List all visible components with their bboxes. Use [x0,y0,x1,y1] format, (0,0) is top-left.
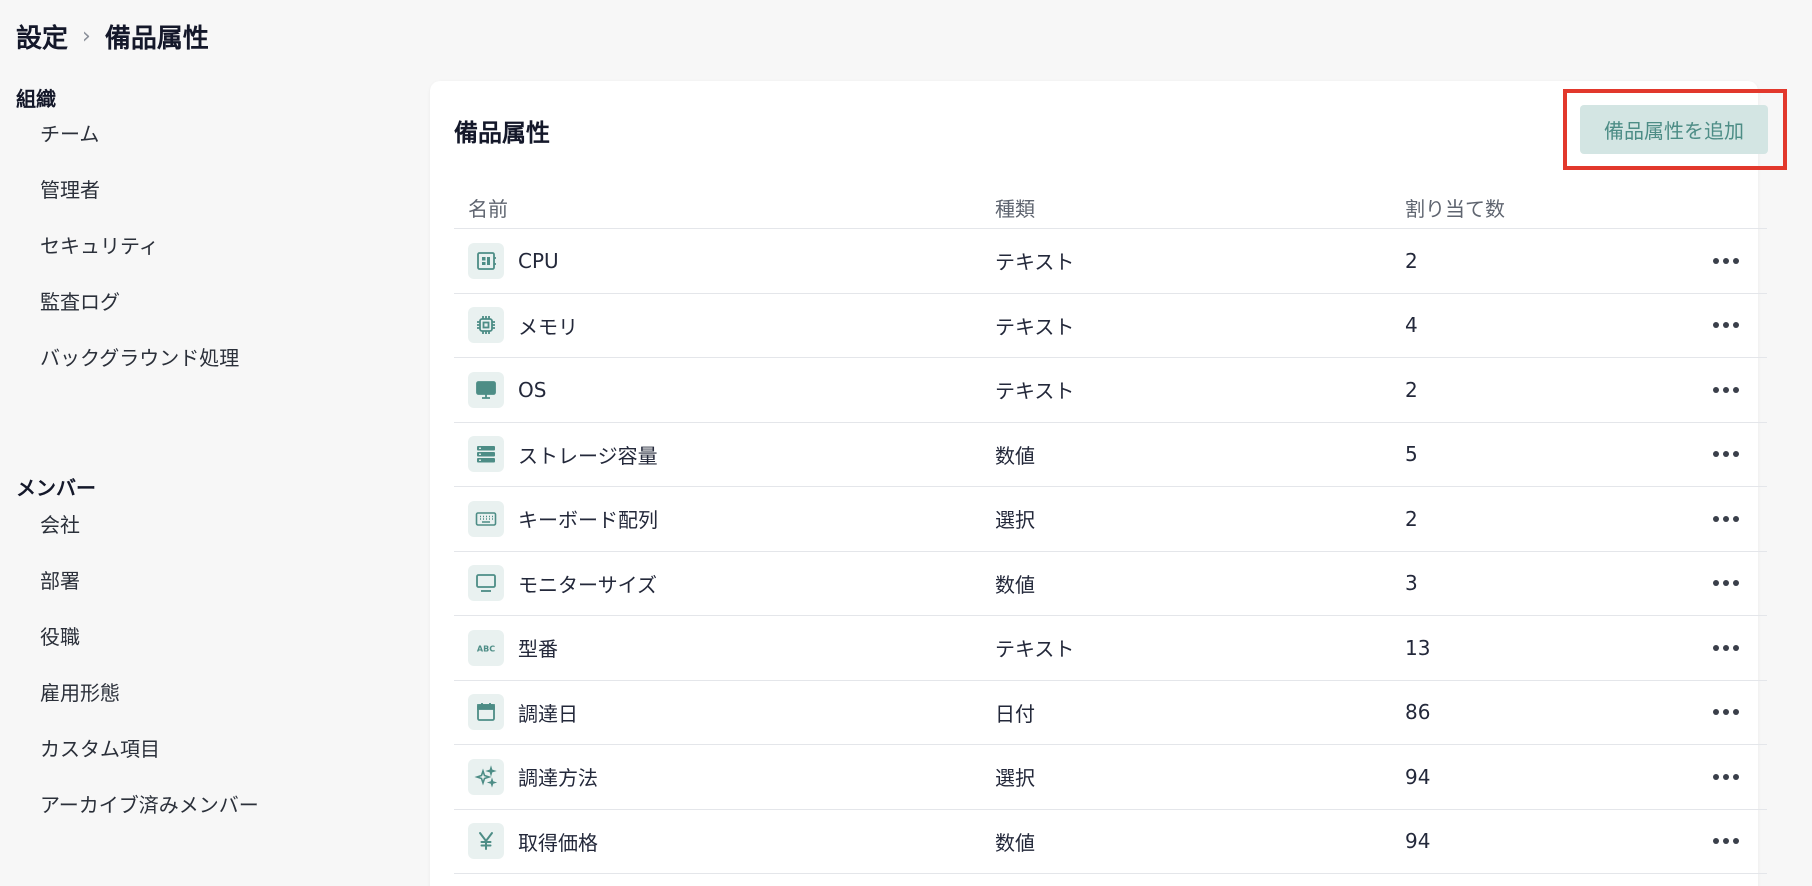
sidebar-item-custom-fields[interactable]: カスタム項目 [40,729,160,769]
table-row[interactable]: 取得価格 数値 94 [454,810,1767,874]
attributes-table: 名前 種類 割り当て数 CPU テキスト 2 メモリ テキスト 4 OS テキス… [454,183,1767,874]
more-options-button[interactable] [1713,294,1739,358]
breadcrumb: 設定 › 備品属性 [16,16,209,56]
ellipsis-icon [1713,515,1739,522]
table-header: 名前 種類 割り当て数 [454,183,1767,229]
breadcrumb-separator: › [82,23,91,49]
attribute-name: ストレージ容量 [518,443,658,468]
column-header-name: 名前 [468,197,508,221]
table-row[interactable]: OS テキスト 2 [454,358,1767,423]
sidebar-item-company[interactable]: 会社 [40,505,80,545]
attribute-name: キーボード配列 [518,508,658,533]
table-row[interactable]: キーボード配列 選択 2 [454,487,1767,552]
more-options-button[interactable] [1713,616,1739,680]
attribute-count: 2 [1405,248,1418,273]
yen-icon [468,823,504,860]
add-attribute-button[interactable]: 備品属性を追加 [1580,105,1768,154]
attribute-type: テキスト [995,250,1075,275]
sidebar-group-members: メンバー [16,476,96,500]
sparkle-icon [468,758,504,795]
keyboard-icon [468,500,504,537]
breadcrumb-current: 備品属性 [104,23,209,54]
more-options-button[interactable] [1713,810,1739,874]
calendar-icon [468,694,504,731]
ellipsis-icon [1713,322,1739,329]
table-row[interactable]: メモリ テキスト 4 [454,294,1767,358]
more-options-button[interactable] [1713,745,1739,809]
svg-text:ABC: ABC [477,644,495,653]
attribute-count: 3 [1405,571,1418,596]
breadcrumb-settings-link[interactable]: 設定 [16,18,68,55]
attribute-count: 5 [1405,442,1418,467]
attribute-type: テキスト [995,637,1075,662]
attribute-type: 数値 [995,830,1035,855]
attribute-name: 調達日 [518,701,578,726]
sidebar-item-audit-log[interactable]: 監査ログ [40,282,120,322]
sidebar-item-team[interactable]: チーム [40,114,99,154]
attribute-count: 2 [1405,506,1418,531]
ellipsis-icon [1713,709,1739,716]
ellipsis-icon [1713,451,1739,458]
attribute-count: 94 [1405,764,1431,789]
attribute-count: 94 [1405,829,1431,854]
attribute-name: 型番 [518,637,558,662]
storage-icon [468,436,504,473]
attribute-name: メモリ [518,314,578,339]
table-row[interactable]: モニターサイズ 数値 3 [454,552,1767,616]
ellipsis-icon [1713,838,1739,845]
attribute-type: 選択 [995,766,1035,791]
attribute-name: 取得価格 [518,830,598,855]
attribute-type: 数値 [995,572,1035,597]
more-options-button[interactable] [1713,487,1739,551]
more-options-button[interactable] [1713,229,1739,293]
table-row[interactable]: 調達日 日付 86 [454,681,1767,745]
ellipsis-icon [1713,644,1739,651]
attribute-type: 日付 [995,701,1035,726]
equipment-attributes-panel: 備品属性 備品属性を追加 名前 種類 割り当て数 CPU テキスト 2 メモリ … [430,81,1787,886]
ellipsis-icon [1713,773,1739,780]
chip-icon [468,242,504,279]
table-row[interactable]: ストレージ容量 数値 5 [454,423,1767,487]
table-row[interactable]: 調達方法 選択 94 [454,745,1767,810]
desktop-icon [468,371,504,408]
memory-icon [468,307,504,344]
ellipsis-icon [1713,580,1739,587]
more-options-button[interactable] [1713,358,1739,422]
attribute-name: 調達方法 [518,766,598,791]
page-title: 備品属性 [454,119,550,147]
attribute-type: テキスト [995,314,1075,339]
ellipsis-icon [1713,257,1739,264]
attribute-name: CPU [518,248,559,273]
attribute-count: 2 [1405,377,1418,402]
attribute-count: 4 [1405,313,1418,338]
column-header-type: 種類 [995,197,1035,221]
monitor-icon [468,565,504,602]
attribute-name: モニターサイズ [518,572,657,597]
sidebar-item-position[interactable]: 役職 [40,617,80,657]
table-row[interactable]: ABC 型番 テキスト 13 [454,616,1767,681]
attribute-type: テキスト [995,379,1075,404]
attribute-type: 選択 [995,508,1035,533]
table-row[interactable]: CPU テキスト 2 [454,229,1767,294]
ellipsis-icon [1713,386,1739,393]
sidebar-item-employment-type[interactable]: 雇用形態 [40,673,120,713]
sidebar-item-admins[interactable]: 管理者 [40,170,100,210]
more-options-button[interactable] [1713,423,1739,487]
abc-icon: ABC [468,629,504,666]
attribute-name: OS [518,377,547,402]
sidebar-item-background-jobs[interactable]: バックグラウンド処理 [40,338,239,378]
attribute-count: 13 [1405,635,1431,660]
sidebar-item-department[interactable]: 部署 [40,561,80,601]
column-header-count: 割り当て数 [1405,197,1505,221]
sidebar-item-archived-members[interactable]: アーカイブ済みメンバー [40,785,259,825]
more-options-button[interactable] [1713,552,1739,616]
attribute-type: 数値 [995,443,1035,468]
more-options-button[interactable] [1713,681,1739,745]
sidebar-group-organization: 組織 [16,87,56,111]
sidebar-item-security[interactable]: セキュリティ [40,226,159,266]
attribute-count: 86 [1405,700,1431,725]
